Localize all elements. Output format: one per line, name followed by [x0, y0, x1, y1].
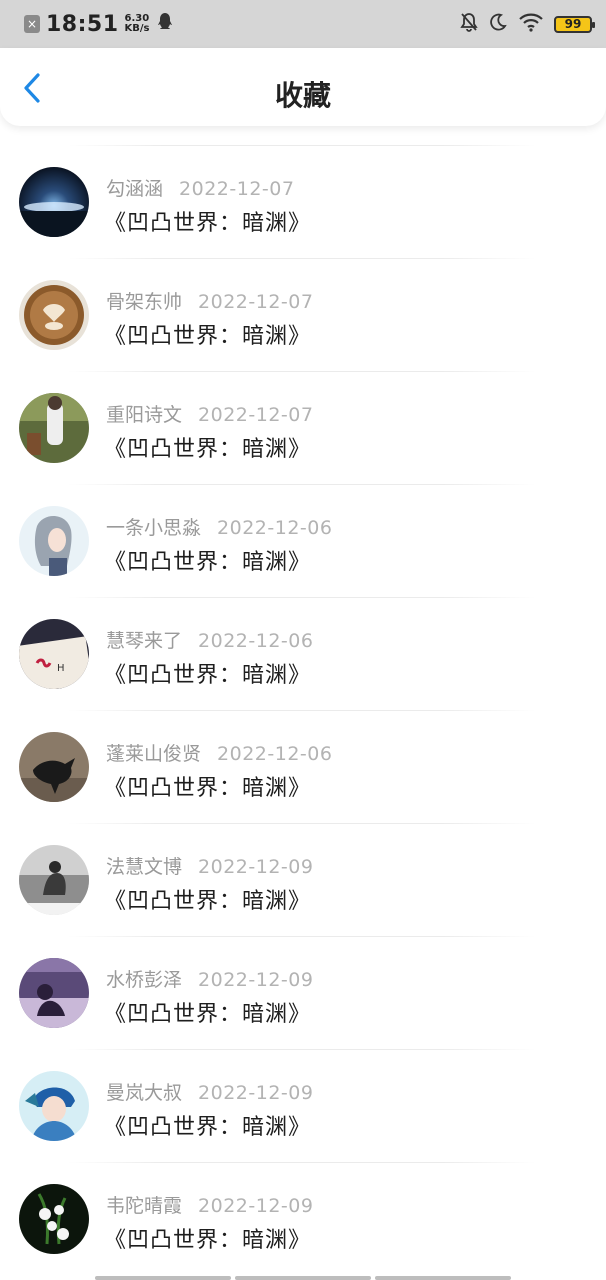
- page-title: 收藏: [274, 79, 331, 112]
- item-meta: 重阳诗文 2022-12-07: [106, 400, 313, 427]
- item-meta: 韦陀晴霞 2022-12-09: [106, 1191, 313, 1218]
- item-meta: 骨架东帅 2022-12-07: [106, 287, 313, 314]
- row-divider: [68, 145, 536, 146]
- battery-icon: 99: [554, 15, 595, 33]
- avatar[interactable]: [19, 393, 89, 463]
- book-title[interactable]: 《凹凸世界：暗渊》: [104, 657, 311, 689]
- row-divider: [68, 258, 536, 259]
- favorite-item[interactable]: 蓬莱山俊贤 2022-12-06 《凹凸世界：暗渊》: [0, 691, 606, 804]
- user-name[interactable]: 曼岚大叔: [106, 1078, 182, 1105]
- item-meta: 慧琴来了 2022-12-06: [106, 626, 313, 653]
- item-meta: 一条小思淼 2022-12-06: [106, 513, 332, 540]
- status-bar: × 18:51 6.30 KB/s 99: [0, 0, 606, 48]
- item-meta: 蓬莱山俊贤 2022-12-06: [106, 739, 332, 766]
- svg-text:H: H: [57, 663, 65, 674]
- book-title[interactable]: 《凹凸世界：暗渊》: [104, 996, 311, 1028]
- user-name[interactable]: 慧琴来了: [106, 626, 182, 653]
- favorite-date: 2022-12-06: [198, 630, 314, 652]
- favorite-date: 2022-12-06: [217, 517, 333, 539]
- favorite-item[interactable]: 重阳诗文 2022-12-07 《凹凸世界：暗渊》: [0, 352, 606, 465]
- favorite-item[interactable]: 韦陀晴霞 2022-12-09 《凹凸世界：暗渊》: [0, 1143, 606, 1256]
- row-divider: [68, 1162, 536, 1163]
- item-meta: 水桥彭泽 2022-12-09: [106, 965, 313, 992]
- row-divider: [68, 484, 536, 485]
- user-name[interactable]: 重阳诗文: [106, 400, 182, 427]
- avatar[interactable]: [19, 167, 89, 237]
- favorite-date: 2022-12-07: [198, 291, 314, 313]
- book-title[interactable]: 《凹凸世界：暗渊》: [104, 1222, 311, 1254]
- user-name[interactable]: 蓬莱山俊贤: [106, 739, 201, 766]
- favorite-date: 2022-12-07: [179, 178, 295, 200]
- book-title[interactable]: 《凹凸世界：暗渊》: [104, 431, 311, 463]
- battery-level: 99: [564, 16, 582, 31]
- row-divider: [68, 936, 536, 937]
- favorite-date: 2022-12-09: [198, 969, 314, 991]
- favorite-date: 2022-12-09: [198, 856, 314, 878]
- favorites-list: 勾涵涵 2022-12-07 《凹凸世界：暗渊》 骨架东帅 2022-12-07 《凹凸世…: [0, 126, 606, 1256]
- item-meta: 曼岚大叔 2022-12-09: [106, 1078, 313, 1105]
- favorite-item[interactable]: H 慧琴来了 2022-12-06 《凹凸世界：暗渊》: [0, 578, 606, 691]
- favorite-item[interactable]: 骨架东帅 2022-12-07 《凹凸世界：暗渊》: [0, 239, 606, 352]
- favorite-item[interactable]: 水桥彭泽 2022-12-09 《凹凸世界：暗渊》: [0, 917, 606, 1030]
- book-title[interactable]: 《凹凸世界：暗渊》: [104, 770, 311, 802]
- avatar[interactable]: [19, 506, 89, 576]
- avatar[interactable]: [19, 1071, 89, 1141]
- row-divider: [68, 823, 536, 824]
- status-time: 18:51: [46, 11, 119, 37]
- item-meta: 法慧文博 2022-12-09: [106, 852, 313, 879]
- book-title[interactable]: 《凹凸世界：暗渊》: [104, 205, 311, 237]
- bell-off-icon: [460, 12, 478, 36]
- favorite-item[interactable]: 一条小思淼 2022-12-06 《凹凸世界：暗渊》: [0, 465, 606, 578]
- row-divider: [68, 1049, 536, 1050]
- favorite-date: 2022-12-07: [198, 404, 314, 426]
- network-speed-unit: KB/s: [124, 23, 150, 34]
- user-name[interactable]: 勾涵涵: [106, 174, 163, 201]
- favorite-item[interactable]: 勾涵涵 2022-12-07 《凹凸世界：暗渊》: [0, 126, 606, 239]
- user-name[interactable]: 法慧文博: [106, 852, 182, 879]
- top-nav-bar: 收藏: [0, 48, 606, 126]
- network-speed: 6.30 KB/s: [125, 14, 150, 34]
- row-divider: [68, 597, 536, 598]
- status-left: × 18:51 6.30 KB/s: [24, 12, 174, 37]
- avatar[interactable]: [19, 280, 89, 350]
- qq-icon: [156, 12, 174, 36]
- status-right: 99: [460, 12, 595, 36]
- row-divider: [68, 710, 536, 711]
- book-title[interactable]: 《凹凸世界：暗渊》: [104, 883, 311, 915]
- user-name[interactable]: 骨架东帅: [106, 287, 182, 314]
- notification-close-icon: ×: [24, 15, 40, 33]
- book-title[interactable]: 《凹凸世界：暗渊》: [104, 1109, 311, 1141]
- avatar[interactable]: [19, 845, 89, 915]
- favorite-date: 2022-12-09: [198, 1195, 314, 1217]
- user-name[interactable]: 韦陀晴霞: [106, 1191, 182, 1218]
- favorite-item[interactable]: 曼岚大叔 2022-12-09 《凹凸世界：暗渊》: [0, 1030, 606, 1143]
- wifi-icon: [518, 12, 544, 36]
- avatar[interactable]: [19, 732, 89, 802]
- avatar[interactable]: [19, 1184, 89, 1254]
- user-name[interactable]: 水桥彭泽: [106, 965, 182, 992]
- row-divider: [68, 371, 536, 372]
- moon-icon: [488, 12, 508, 36]
- favorite-date: 2022-12-06: [217, 743, 333, 765]
- book-title[interactable]: 《凹凸世界：暗渊》: [104, 318, 311, 350]
- favorite-date: 2022-12-09: [198, 1082, 314, 1104]
- bottom-edge-bar: [0, 1274, 606, 1280]
- avatar[interactable]: [19, 958, 89, 1028]
- item-meta: 勾涵涵 2022-12-07: [106, 174, 294, 201]
- book-title[interactable]: 《凹凸世界：暗渊》: [104, 544, 311, 576]
- avatar[interactable]: H: [19, 619, 89, 689]
- user-name[interactable]: 一条小思淼: [106, 513, 201, 540]
- favorite-item[interactable]: 法慧文博 2022-12-09 《凹凸世界：暗渊》: [0, 804, 606, 917]
